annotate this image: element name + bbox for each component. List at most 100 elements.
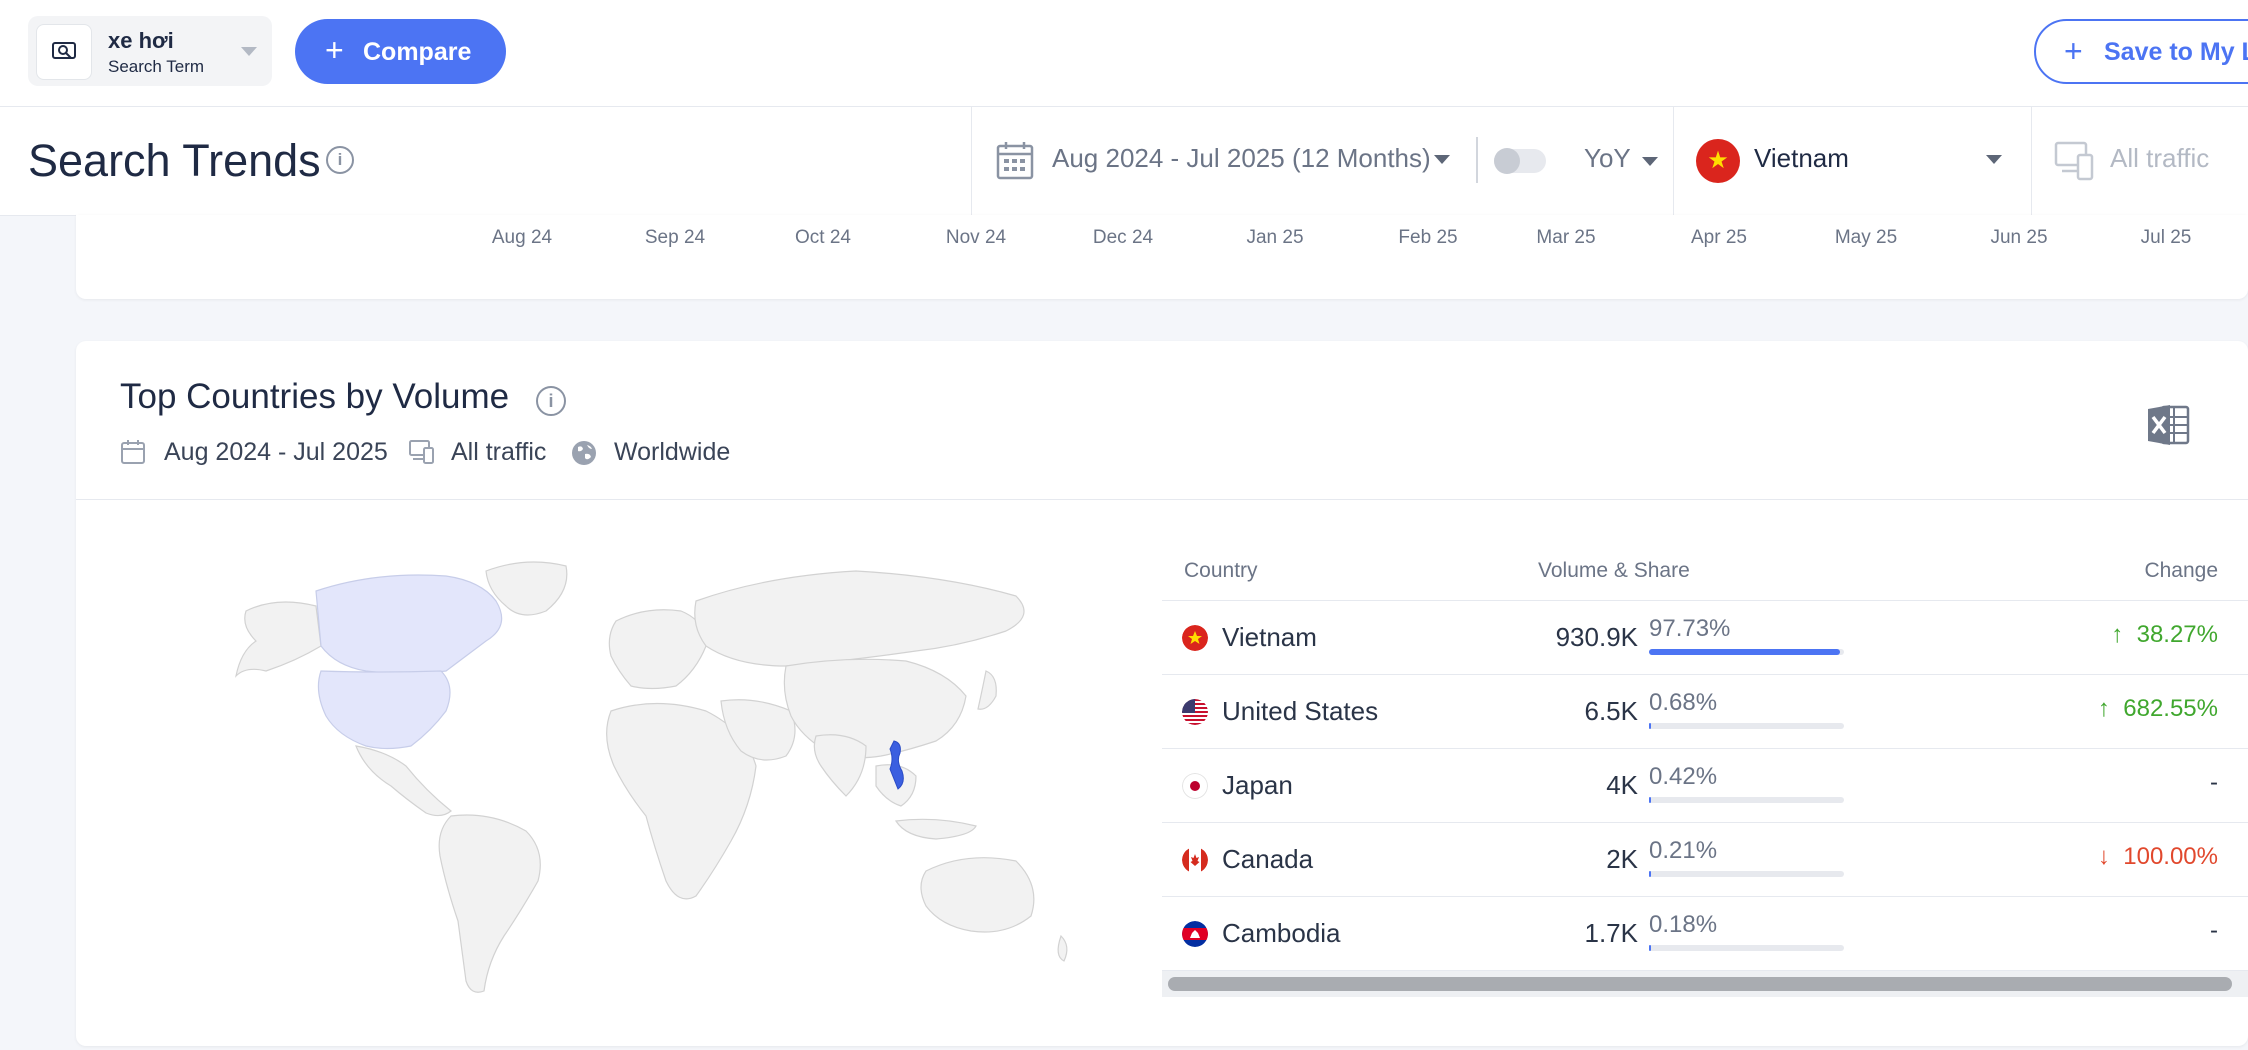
horizontal-scrollbar[interactable] (1162, 971, 2248, 997)
share-bar-fill (1649, 945, 1652, 951)
date-range-text: Aug 2024 - Jul 2025 (12 Months) (1052, 143, 1431, 173)
x-axis-tick: Jul 25 (2140, 227, 2192, 248)
world-map[interactable] (226, 551, 1096, 1011)
chevron-down-icon (1642, 157, 1658, 166)
table-row[interactable]: Vietnam 930.9K 97.73% ↑ 38.27% (1162, 601, 2248, 675)
chevron-down-icon (1434, 155, 1450, 164)
x-axis-tick: Apr 25 (1691, 227, 1747, 248)
top-bar: xe hơi Search Term + Compare + Save to M… (0, 0, 2248, 107)
table-row[interactable]: Cambodia 1.7K 0.18% - (1162, 897, 2248, 971)
x-axis-tick: May 25 (1834, 227, 1898, 248)
x-axis-tick: Aug 24 (491, 227, 553, 248)
title-bar: Search Trends i Aug 2024 - Jul 2025 (12 … (0, 107, 2248, 216)
card-region: Worldwide (614, 438, 731, 466)
volume-value: 1.7K (1584, 918, 1639, 948)
traffic-selector[interactable]: All traffic (2031, 107, 2248, 215)
map-region-canada (315, 574, 503, 675)
date-range-selector[interactable]: Aug 2024 - Jul 2025 (12 Months) YoY (971, 107, 1672, 215)
divider (76, 499, 2248, 500)
share-bar-fill (1649, 723, 1652, 729)
compare-button-label: Compare (363, 38, 472, 66)
comparison-period[interactable]: YoY (1584, 143, 1631, 174)
x-axis-tick: Feb 25 (1398, 227, 1458, 248)
united-states-flag-icon (1182, 699, 1208, 725)
map-region-central-america (355, 745, 452, 817)
change-value: ↑ 682.55% (2098, 695, 2218, 723)
devices-icon (409, 440, 434, 464)
map-region-alaska (235, 601, 322, 678)
canada-flag-icon (1182, 847, 1208, 873)
comparison-toggle[interactable] (1494, 148, 1546, 174)
card-traffic: All traffic (451, 438, 547, 466)
search-term-type: Search Term (108, 57, 205, 76)
top-countries-card: Top Countries by Volume i Aug 2024 - Jul… (76, 341, 2248, 1046)
share-bar (1649, 797, 1844, 803)
arrow-up-icon: ↑ (2097, 695, 2110, 722)
x-axis-tick: Sep 24 (644, 227, 706, 248)
x-axis-tick: Nov 24 (945, 227, 1007, 248)
world-map-svg (235, 561, 1068, 993)
country-selector[interactable]: ★ Vietnam (1673, 107, 2032, 215)
country-name: United States (1222, 696, 1379, 726)
search-term-icon (52, 42, 76, 59)
share-value: 0.68% (1649, 689, 1718, 716)
info-icon[interactable]: i (326, 146, 354, 174)
change-value: ↓ 100.00% (2098, 843, 2218, 871)
map-region-south-america (438, 814, 541, 993)
traffic-selector-text: All traffic (2110, 143, 2210, 173)
volume-value: 2K (1606, 844, 1638, 874)
vietnam-flag-icon: ★ (1696, 139, 1740, 183)
volume-value: 930.9K (1555, 622, 1638, 652)
x-axis-tick: Jan 25 (1246, 227, 1304, 248)
share-bar (1649, 945, 1844, 951)
arrow-down-icon: ↓ (2097, 843, 2110, 870)
country-selector-text: Vietnam (1754, 143, 1849, 173)
share-bar (1649, 723, 1844, 729)
country-name: Cambodia (1222, 918, 1341, 948)
card-title: Top Countries by Volume (120, 377, 510, 416)
arrow-up-icon: ↑ (2111, 621, 2124, 648)
save-button-label: Save to My L (2104, 38, 2248, 66)
toggle-knob (1494, 148, 1520, 174)
change-text: 100.00% (2123, 843, 2218, 870)
search-term-selector[interactable]: xe hơi Search Term (28, 16, 272, 86)
card-date-range: Aug 2024 - Jul 2025 (164, 438, 388, 466)
search-term-name: xe hơi (108, 28, 174, 53)
globe-icon (572, 441, 596, 465)
x-axis-tick: Dec 24 (1092, 227, 1154, 248)
info-icon[interactable]: i (536, 386, 566, 416)
calendar-icon (996, 142, 1034, 180)
column-header-volume-share[interactable]: Volume & Share (1538, 559, 1690, 583)
compare-button[interactable]: + Compare (295, 19, 506, 84)
table-row[interactable]: Japan 4K 0.42% - (1162, 749, 2248, 823)
column-header-change[interactable]: Change (2144, 559, 2218, 583)
country-name: Japan (1222, 770, 1293, 800)
map-region-india (813, 734, 867, 797)
chevron-down-icon (1986, 155, 2002, 164)
share-value: 0.42% (1649, 763, 1718, 790)
table-row[interactable]: United States 6.5K 0.68% ↑ 682.55% (1162, 675, 2248, 749)
share-bar-fill (1649, 797, 1652, 803)
excel-export-icon[interactable] (2146, 403, 2190, 447)
change-value: ↑ 38.27% (2111, 621, 2218, 649)
change-value: - (2210, 917, 2218, 944)
map-region-usa (317, 670, 451, 750)
share-bar-fill (1649, 649, 1840, 655)
x-axis-tick: Jun 25 (1990, 227, 2048, 248)
map-region-japan (977, 670, 997, 710)
country-name: Vietnam (1222, 622, 1317, 652)
share-value: 0.21% (1649, 837, 1718, 864)
map-region-new-zealand (1057, 934, 1068, 962)
save-to-my-list-button[interactable]: + Save to My L (2034, 19, 2248, 84)
share-bar (1649, 871, 1844, 877)
change-text: 38.27% (2136, 621, 2218, 648)
divider (1476, 137, 1478, 183)
volume-value: 4K (1606, 770, 1638, 800)
share-bar (1649, 649, 1844, 655)
scrollbar-thumb[interactable] (1168, 977, 2232, 991)
cambodia-flag-icon (1182, 921, 1208, 947)
plus-icon: + (2064, 33, 2083, 69)
column-header-country[interactable]: Country (1184, 559, 1258, 583)
countries-table: Country Volume & Share Change Vietnam 93… (1162, 531, 2248, 997)
table-row[interactable]: Canada 2K 0.21% ↓ 100.00% (1162, 823, 2248, 897)
